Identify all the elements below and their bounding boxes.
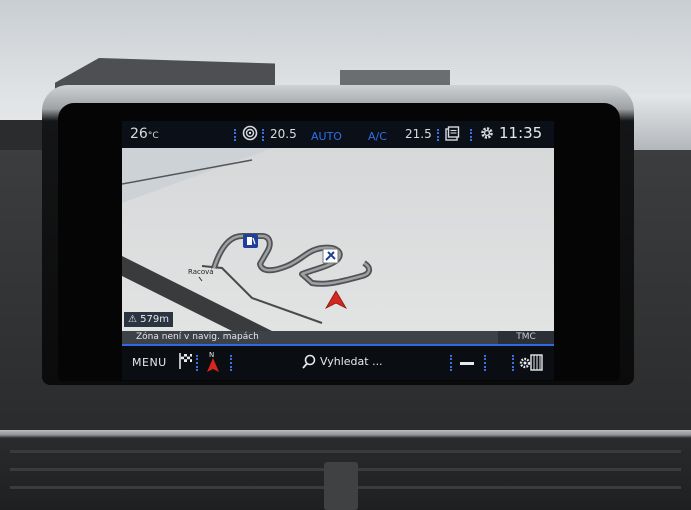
search-label: Vyhledat ...: [320, 355, 383, 368]
search-icon: [302, 354, 316, 369]
separator: [437, 129, 441, 141]
bottom-toolbar: MENU N Vyhledat ...: [122, 346, 554, 380]
car-service-icon[interactable]: [322, 248, 339, 264]
separator: [234, 129, 238, 141]
separator: [230, 355, 232, 371]
fuel-station-icon[interactable]: [243, 234, 258, 248]
vent-slat: [10, 450, 681, 453]
tmc-button[interactable]: TMC: [498, 331, 554, 344]
infotainment-screen: 26°C 20.5 AUTO A/C 21.5 11:35 Racová ⚠ 5…: [122, 121, 554, 380]
status-bar: 26°C 20.5 AUTO A/C 21.5 11:35: [122, 121, 554, 148]
map-scale: ⚠ 579m: [124, 312, 173, 327]
vent-knob: [324, 462, 358, 510]
map-area-shade: [122, 148, 272, 203]
separator: [512, 355, 514, 371]
info-bar: Zóna není v navig. mapách TMC: [122, 331, 554, 344]
svg-text:Racová: Racová: [188, 268, 214, 276]
fan-icon[interactable]: [242, 125, 258, 146]
separator: [484, 355, 486, 371]
navigation-map[interactable]: Racová ⚠ 579m: [122, 148, 554, 331]
driver-temperature[interactable]: 20.5: [270, 126, 297, 143]
compass-icon[interactable]: N: [204, 349, 222, 379]
outside-temperature: 26°C: [130, 126, 159, 142]
documents-icon[interactable]: [444, 126, 460, 147]
separator: [262, 129, 266, 141]
separator: [470, 129, 474, 141]
menu-button[interactable]: MENU: [132, 356, 167, 369]
climate-auto-indicator[interactable]: AUTO: [311, 128, 342, 145]
vehicle-arrow-icon: [324, 290, 348, 309]
map-settings-icon[interactable]: [518, 352, 544, 376]
separator: [450, 355, 452, 371]
svg-text:N: N: [209, 351, 214, 359]
destination-flag-icon[interactable]: [178, 352, 194, 374]
place-label: Racová: [188, 268, 214, 282]
gear-icon[interactable]: [479, 125, 495, 146]
ac-indicator[interactable]: A/C: [368, 128, 387, 145]
clock: 11:35: [499, 124, 543, 142]
separator: [196, 355, 198, 371]
map-track-inner: [212, 234, 371, 285]
map-track: [211, 233, 372, 287]
passenger-temperature[interactable]: 21.5: [405, 126, 432, 143]
map-zone-message: Zóna není v navig. mapách: [136, 332, 259, 342]
zoom-out-button[interactable]: [460, 362, 474, 365]
